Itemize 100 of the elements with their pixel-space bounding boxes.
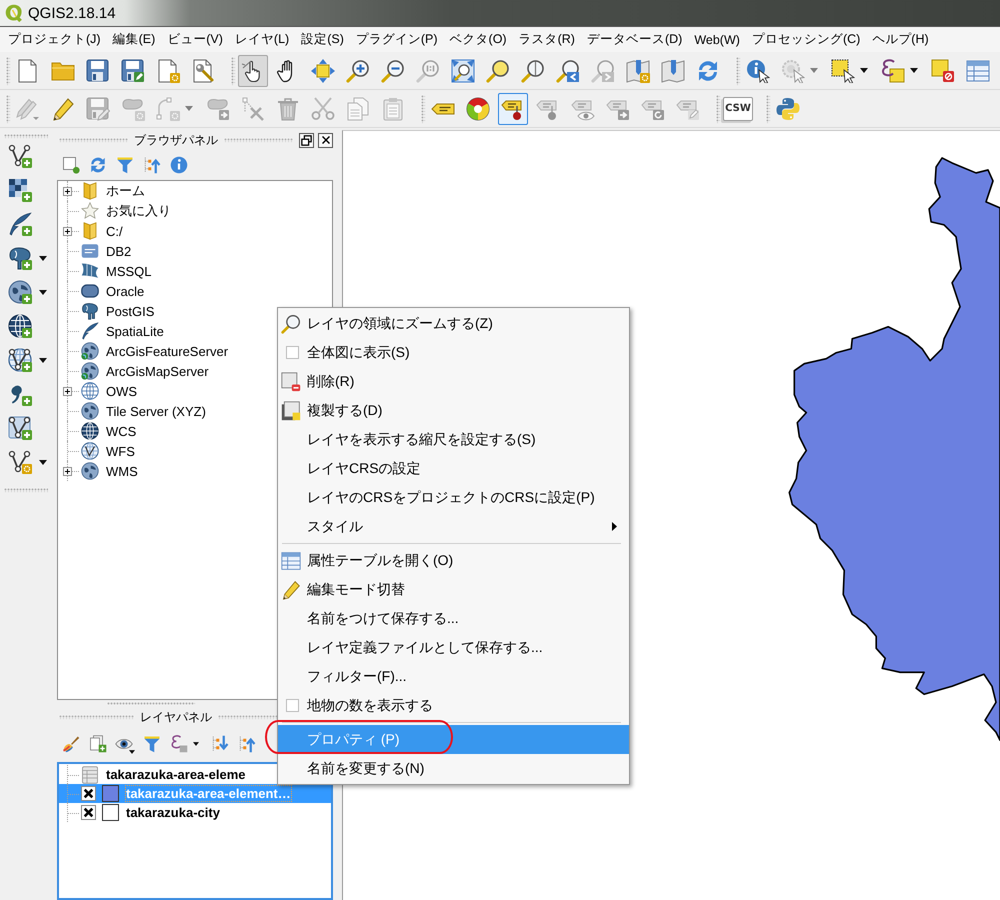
menu-item[interactable]: 名前をつけて保存する...: [278, 604, 629, 633]
magnifier-filled-icon: [486, 58, 510, 82]
menu-item[interactable]: レイヤ定義ファイルとして保存する...: [278, 633, 629, 662]
checkbox[interactable]: [286, 346, 299, 359]
tree-item[interactable]: C:/: [81, 221, 125, 241]
caret-icon: [193, 742, 199, 746]
globe-icon: [81, 462, 99, 480]
tree-item[interactable]: WFS: [81, 441, 137, 461]
shape-arrow-icon: [206, 96, 230, 120]
menu-item[interactable]: 地物の数を表示する: [278, 691, 629, 720]
tree-item[interactable]: DB2: [81, 241, 134, 261]
menu-item[interactable]: スタイル: [278, 512, 629, 541]
caret-icon: [39, 256, 47, 260]
caret-icon: [39, 290, 47, 294]
globe-polyline-add-icon: [8, 348, 32, 372]
expand-icon[interactable]: [63, 386, 72, 396]
square-dot-icon: [62, 156, 80, 174]
menu-bar-item[interactable]: プロジェクト(J): [3, 28, 106, 50]
squares-stack-icon: [281, 400, 301, 420]
refresh-icon: [696, 58, 720, 82]
globe-icon: [81, 382, 99, 400]
menu-item[interactable]: 全体図に表示(S): [278, 338, 629, 367]
tree-item[interactable]: WCS: [81, 421, 138, 441]
menu-item[interactable]: レイヤCRSの設定: [278, 454, 629, 483]
menu-item[interactable]: フィルター(F)...: [278, 662, 629, 691]
menu-bar-item[interactable]: プラグイン(P): [350, 28, 443, 50]
expand-tree-icon: [211, 735, 229, 753]
visibility-checkbox[interactable]: [81, 805, 96, 820]
menu-item[interactable]: 削除(R): [278, 367, 629, 396]
globe-icon: [81, 422, 99, 440]
python-icon: [776, 96, 800, 120]
visibility-checkbox[interactable]: [81, 786, 96, 801]
toolbar-button[interactable]: [238, 54, 268, 86]
globe-icon: [81, 342, 99, 360]
panel-title: ブラウザパネル: [134, 132, 218, 148]
menu-item[interactable]: 名前を変更する(N): [278, 754, 629, 783]
toolbar-button[interactable]: CSW: [723, 96, 753, 120]
sail-icon: [81, 262, 99, 280]
menu-item[interactable]: 属性テーブルを開く(O): [278, 546, 629, 575]
menu-bar-item[interactable]: ラスタ(R): [514, 28, 580, 50]
tree-item[interactable]: MSSQL: [81, 261, 154, 281]
caret-icon: [810, 68, 818, 73]
menu-bar-item[interactable]: ヘルプ(H): [867, 28, 934, 50]
close-icon: [320, 135, 330, 145]
epsilon-square-icon: [881, 58, 905, 82]
polyline-box-add-icon: [8, 416, 32, 440]
clipboard-icon: [381, 96, 405, 120]
pencils-icon: [16, 96, 40, 120]
checkbox[interactable]: [286, 699, 299, 712]
menu-bar-item[interactable]: データベース(D): [582, 28, 688, 50]
tree-item[interactable]: SpatiaLite: [81, 321, 166, 341]
tree-item[interactable]: Tile Server (XYZ): [81, 401, 208, 421]
elephant-add-icon: [8, 246, 32, 270]
menu-item[interactable]: 編集モード切替: [278, 575, 629, 604]
menu-bar-item[interactable]: レイヤ(L): [230, 28, 294, 50]
globe-icon: [81, 402, 99, 420]
tree-item[interactable]: お気に入り: [81, 201, 173, 221]
tree-item[interactable]: ArcGisMapServer: [81, 361, 211, 381]
tree-item[interactable]: PostGIS: [81, 301, 156, 321]
expand-icon[interactable]: [63, 466, 72, 476]
menu-bar-item[interactable]: Web(W): [689, 28, 745, 50]
globe-icon: [81, 362, 99, 380]
menu-item[interactable]: レイヤの領域にズームする(Z): [278, 309, 629, 338]
menu-item[interactable]: レイヤのCRSをプロジェクトのCRSに設定(P): [278, 483, 629, 512]
tree-item[interactable]: WMS: [81, 461, 140, 481]
menu-bar-item[interactable]: 編集(E): [108, 28, 160, 50]
restore-icon: [301, 134, 312, 146]
pencil-icon: [51, 96, 75, 120]
tree-item[interactable]: ArcGisFeatureServer: [81, 341, 230, 361]
gear-cursor-icon: [781, 58, 805, 82]
menu-bar-item[interactable]: 設定(S): [296, 28, 349, 50]
trash-icon: [276, 96, 300, 120]
menu-bar-item[interactable]: プロセッシング(C): [746, 28, 866, 50]
tree-item[interactable]: OWS: [81, 381, 140, 401]
refresh-icon: [89, 156, 107, 174]
float-button[interactable]: [299, 132, 314, 148]
menu-bar-item[interactable]: ベクタ(O): [444, 28, 512, 50]
panel-title: レイヤパネル: [140, 708, 212, 726]
menu-item[interactable]: レイヤを表示する縮尺を設定する(S): [278, 425, 629, 454]
polyline-gear-icon: [8, 450, 32, 474]
toolbar-button[interactable]: [498, 92, 528, 124]
layer-item[interactable]: takarazuka-city: [59, 803, 331, 822]
pages-add-icon: [89, 735, 107, 753]
collapse-tree-icon: [143, 156, 161, 174]
color-wheel-icon: [466, 96, 490, 120]
table-icon: [281, 550, 301, 570]
filter-icon: [116, 156, 134, 174]
expand-icon[interactable]: [63, 226, 72, 236]
elephant-icon: [81, 302, 99, 320]
tree-item[interactable]: ホーム: [81, 181, 147, 201]
table-icon: [81, 766, 99, 784]
close-button[interactable]: [318, 132, 333, 148]
info-icon: [170, 156, 188, 174]
filter-icon: [143, 735, 161, 753]
menu-item[interactable]: 複製する(D): [278, 396, 629, 425]
menu-bar-item[interactable]: ビュー(V): [162, 28, 228, 50]
expand-icon[interactable]: [63, 186, 72, 196]
magnifier-forward-arrow-icon: [591, 58, 615, 82]
tree-item[interactable]: Oracle: [81, 281, 146, 301]
shape-gear-icon: [121, 96, 145, 120]
